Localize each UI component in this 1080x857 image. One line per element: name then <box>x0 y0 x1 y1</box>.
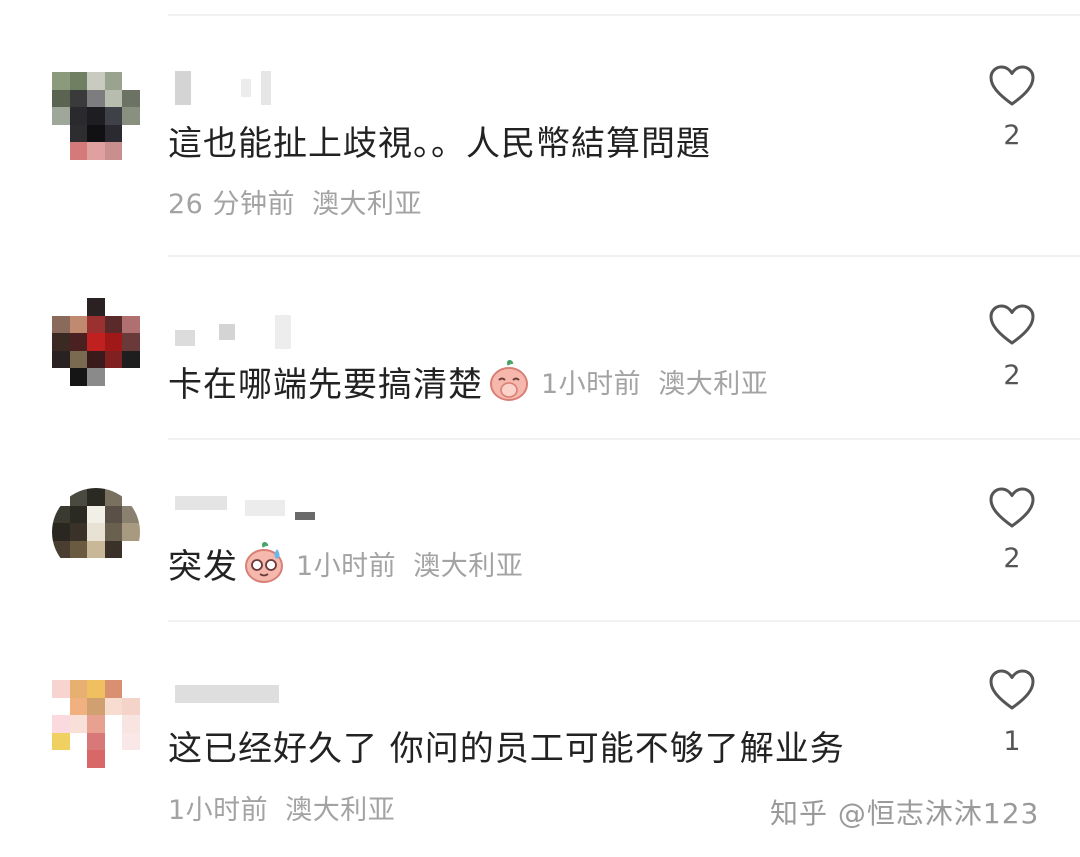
comment-location: 澳大利亚 <box>312 189 423 220</box>
username-blurred[interactable] <box>175 314 315 350</box>
comment-location: 澳大利亚 <box>413 550 524 582</box>
comment-meta: 26 分钟前 澳大利亚 <box>168 182 422 221</box>
avatar[interactable] <box>52 298 140 386</box>
comment-meta: 1小时前 澳大利亚 <box>296 544 523 583</box>
like-count: 1 <box>1003 726 1021 757</box>
like-count: 2 <box>1003 543 1021 574</box>
divider <box>168 620 1080 622</box>
heart-outline-icon[interactable] <box>988 486 1036 530</box>
divider <box>168 255 1080 257</box>
like-count: 2 <box>1003 360 1021 391</box>
comment-meta: 1小时前 澳大利亚 <box>541 362 768 401</box>
username-blurred[interactable] <box>175 490 315 526</box>
sweating-glasses-emoji <box>245 542 283 583</box>
comment-time: 1小时前 <box>541 368 642 400</box>
comment-text: 卡在哪端先要搞清楚 1小时前 澳大利亚 <box>168 356 768 406</box>
heart-outline-icon[interactable] <box>988 668 1036 712</box>
avatar[interactable] <box>52 488 140 576</box>
comment-time: 1小时前 <box>296 550 397 582</box>
comment-location: 澳大利亚 <box>285 795 396 826</box>
username-blurred[interactable] <box>175 70 315 106</box>
heart-outline-icon[interactable] <box>988 64 1036 108</box>
like-count: 2 <box>1003 120 1021 151</box>
comment-meta: 1小时前 澳大利亚 <box>168 788 395 827</box>
heart-outline-icon[interactable] <box>988 303 1036 347</box>
comment-time: 26 分钟前 <box>168 189 295 220</box>
avatar[interactable] <box>52 680 140 768</box>
comment-text: 這也能扯上歧視。。人民幣結算問題 <box>168 123 711 164</box>
divider <box>168 14 1080 16</box>
username-blurred[interactable] <box>175 676 315 712</box>
comment-text: 这已经好久了 你问的员工可能不够了解业务 <box>168 728 845 769</box>
comment-time: 1小时前 <box>168 795 269 826</box>
avatar[interactable] <box>52 72 140 160</box>
comment-location: 澳大利亚 <box>658 368 769 400</box>
covering-mouth-emoji <box>490 360 528 401</box>
comment-text: 突发 1小时前 澳大利亚 <box>168 538 523 588</box>
watermark: 知乎 @恒志沐沐123 <box>770 797 1040 830</box>
divider <box>168 438 1080 440</box>
